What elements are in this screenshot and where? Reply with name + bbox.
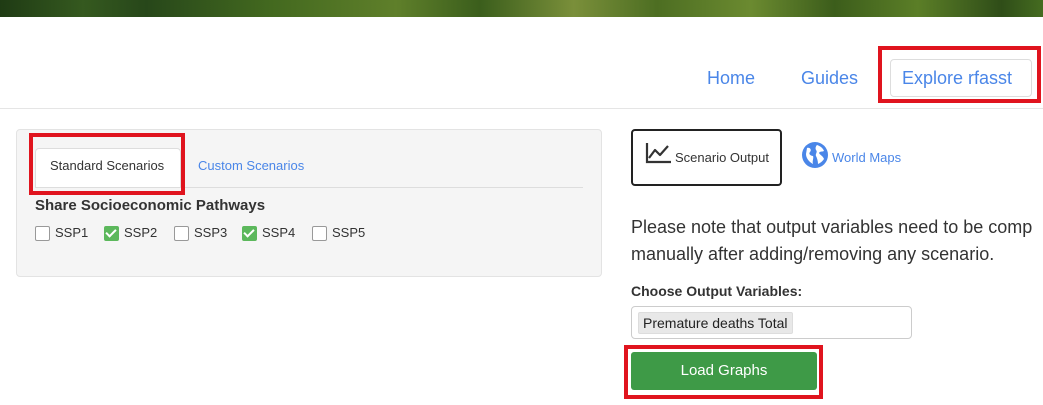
checkbox-label-ssp2: SSP2 — [124, 225, 158, 240]
nav-home-link[interactable]: Home — [707, 62, 755, 94]
tab-custom-scenarios[interactable]: Custom Scenarios — [198, 158, 304, 173]
checkbox-label-ssp3: SSP3 — [194, 225, 228, 240]
navbar-divider — [0, 108, 1043, 109]
header-banner-image — [0, 0, 1043, 17]
output-note: Please note that output variables need t… — [631, 214, 1043, 268]
checkbox-ssp3[interactable] — [174, 226, 189, 241]
globe-icon — [802, 142, 828, 168]
tab-world-maps[interactable]: World Maps — [832, 150, 901, 165]
output-note-line1: Please note that output variables need t… — [631, 217, 1033, 237]
output-note-line2: manually after adding/removing any scena… — [631, 244, 995, 264]
highlight-standard-scenarios — [29, 133, 185, 195]
checkbox-ssp1[interactable] — [35, 226, 50, 241]
checkbox-ssp2[interactable] — [104, 226, 119, 241]
nav-guides-link[interactable]: Guides — [801, 62, 858, 94]
selected-variable-tag[interactable]: Premature deaths Total — [638, 312, 793, 334]
tab-scenario-output-label[interactable]: Scenario Output — [675, 150, 769, 165]
checkbox-label-ssp1: SSP1 — [55, 225, 89, 240]
checkbox-ssp5[interactable] — [312, 226, 327, 241]
ssp-heading: Share Socioeconomic Pathways — [35, 197, 266, 214]
choose-output-variables-label: Choose Output Variables: — [631, 283, 803, 299]
checkbox-label-ssp4: SSP4 — [262, 225, 296, 240]
checkbox-label-ssp5: SSP5 — [332, 225, 366, 240]
chart-line-icon — [645, 143, 671, 164]
highlight-explore — [878, 46, 1041, 103]
highlight-load-graphs — [624, 345, 823, 399]
checkbox-ssp4[interactable] — [242, 226, 257, 241]
